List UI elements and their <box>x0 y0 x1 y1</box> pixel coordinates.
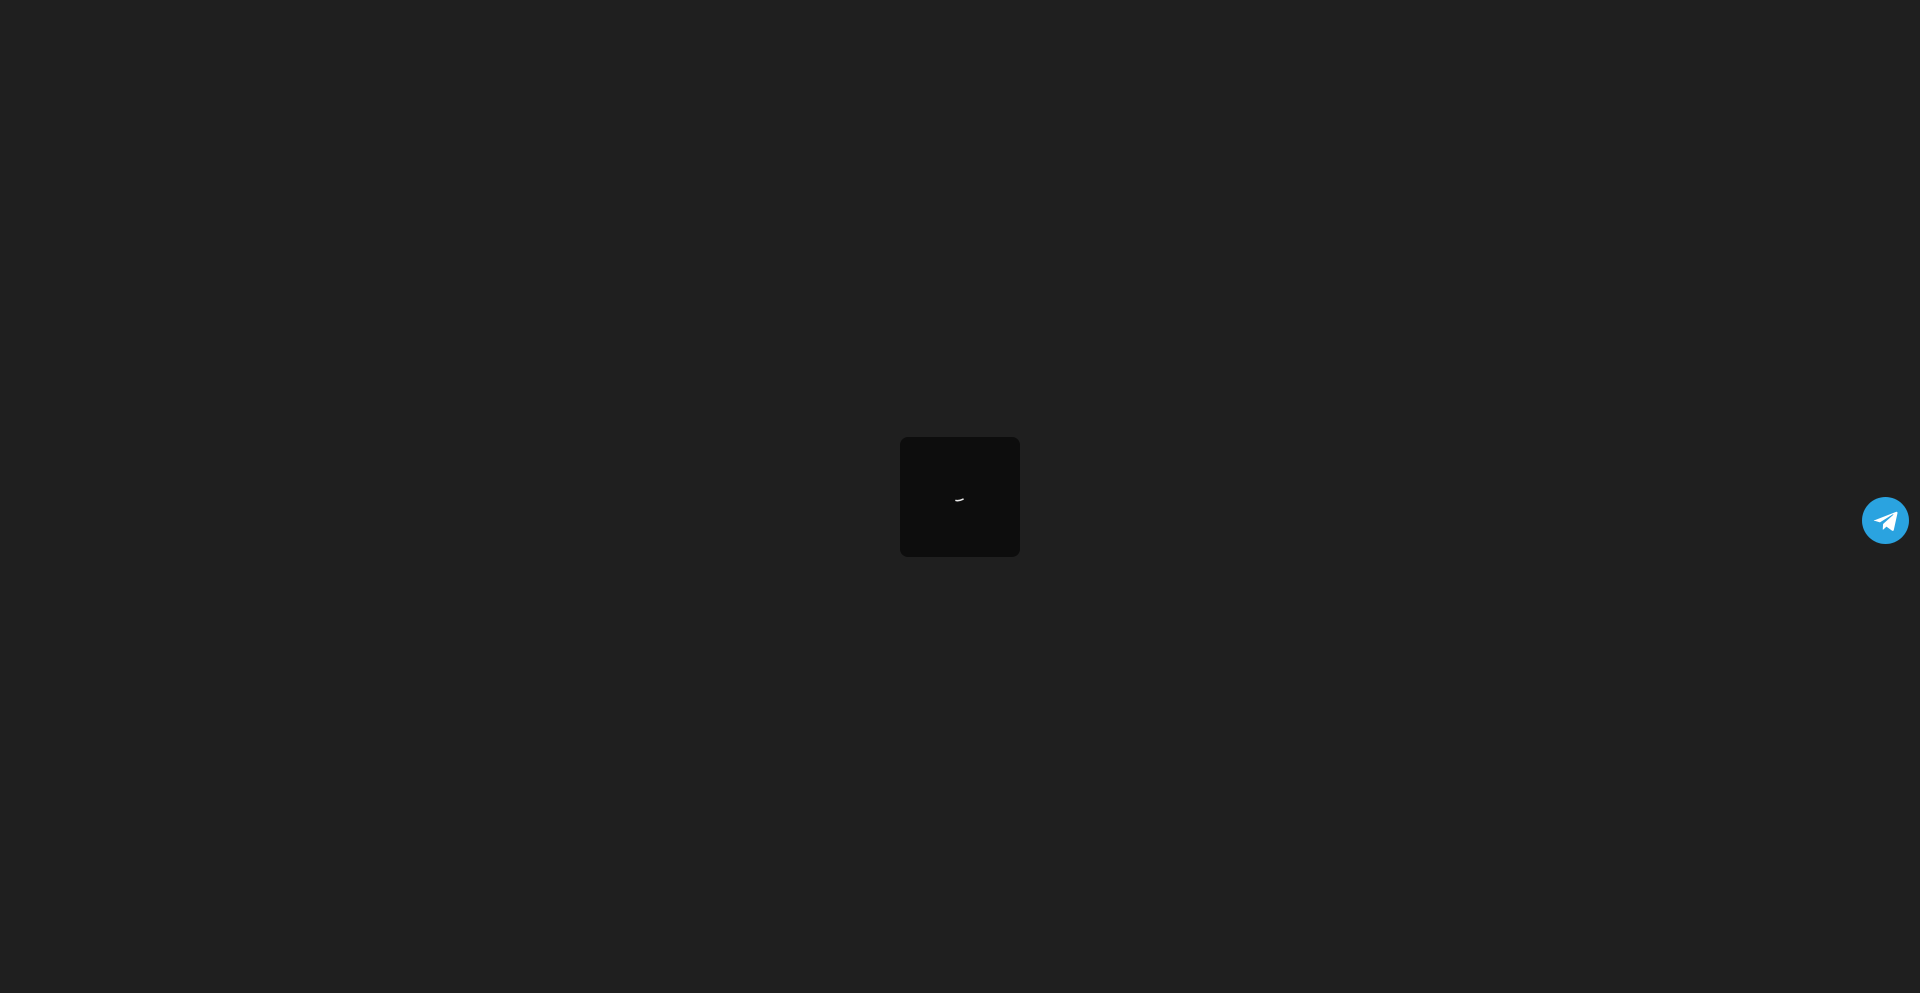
telegram-button[interactable] <box>1862 497 1909 544</box>
page <box>0 0 1920 993</box>
loading-card <box>900 437 1020 557</box>
telegram-icon <box>1873 511 1898 531</box>
loading-spinner-icon <box>955 498 964 502</box>
